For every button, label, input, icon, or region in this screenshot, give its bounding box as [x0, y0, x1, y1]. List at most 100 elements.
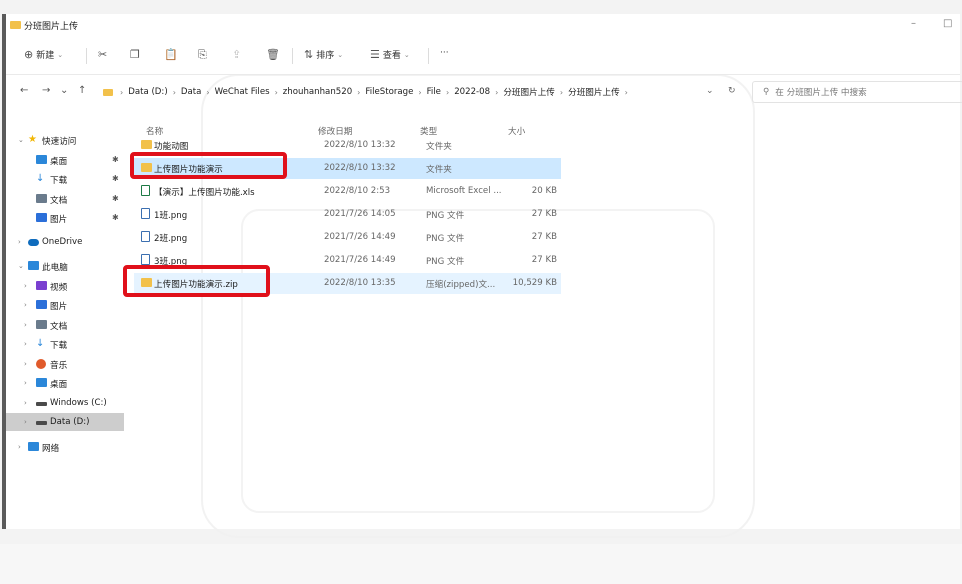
sidebar-item-label: 桌面: [50, 380, 68, 390]
chevron-right-icon[interactable]: ›: [495, 88, 498, 97]
sidebar-item[interactable]: › 文档: [6, 316, 124, 334]
breadcrumb-item[interactable]: zhouhanhan520: [283, 87, 352, 97]
sidebar-item[interactable]: › 音乐: [6, 355, 124, 373]
paste-button[interactable]: 📋: [164, 48, 178, 61]
view-button[interactable]: ☰ 查看 ⌄: [370, 48, 410, 61]
chevron-right-icon[interactable]: ›: [24, 340, 27, 348]
sidebar-item[interactable]: 文档 ✱: [6, 190, 124, 208]
chevron-right-icon[interactable]: ›: [24, 321, 27, 329]
recent-locations-button[interactable]: ⌄: [60, 85, 68, 96]
breadcrumb-item[interactable]: 2022-08: [454, 87, 490, 97]
chevron-right-icon[interactable]: ›: [418, 88, 421, 97]
breadcrumb[interactable]: › Data (D:) › Data › WeChat Files › zhouhanhan5…: [103, 81, 723, 103]
sidebar-item[interactable]: › ↓ 下载: [6, 335, 124, 353]
more-options-button[interactable]: ···: [440, 48, 449, 58]
pin-icon[interactable]: ✱: [112, 213, 119, 222]
sidebar-item[interactable]: ↓ 下载 ✱: [6, 170, 124, 188]
chevron-right-icon[interactable]: ›: [206, 88, 209, 97]
sort-icon: ⇅: [304, 48, 314, 61]
refresh-button[interactable]: ↻: [728, 86, 736, 96]
chevron-right-icon[interactable]: ›: [120, 88, 123, 97]
scissors-icon: ✂: [98, 48, 108, 61]
chevron-right-icon[interactable]: ›: [24, 399, 27, 407]
forward-button[interactable]: →: [42, 85, 50, 96]
divider: [86, 48, 87, 64]
chevron-right-icon[interactable]: ›: [446, 88, 449, 97]
address-bar-row: ← → ⌄ ↑ › Data (D:) › Data › WeChat Files › zho…: [6, 76, 962, 108]
more-icon: ···: [440, 48, 449, 58]
breadcrumb-item[interactable]: 分班图片上传: [503, 86, 555, 98]
sidebar-item[interactable]: › 网络: [6, 438, 124, 456]
rename-icon: ⎘: [198, 48, 207, 61]
chevron-right-icon[interactable]: ›: [24, 301, 27, 309]
pin-icon[interactable]: ✱: [112, 155, 119, 164]
sidebar-item[interactable]: ⌄ ★ 快速访问: [6, 131, 124, 149]
drive-icon: [36, 402, 47, 406]
chevron-right-icon[interactable]: ›: [357, 88, 360, 97]
copy-button[interactable]: ❐: [130, 48, 140, 61]
video-icon: [36, 281, 47, 290]
file-size: 20 KB: [531, 186, 557, 196]
image-file-icon: [141, 231, 150, 242]
search-icon: ⚲: [763, 87, 770, 97]
pin-icon[interactable]: ✱: [112, 174, 119, 183]
trash-icon: 🗑: [266, 48, 280, 61]
chevron-down-icon[interactable]: ⌄: [18, 136, 24, 144]
up-button[interactable]: ↑: [78, 85, 86, 96]
highlight-annotation: [130, 152, 287, 179]
chevron-right-icon[interactable]: ›: [24, 418, 27, 426]
rename-button[interactable]: ⎘: [198, 48, 207, 62]
chevron-right-icon[interactable]: ›: [24, 282, 27, 290]
sidebar-item[interactable]: › OneDrive: [6, 233, 124, 251]
share-button[interactable]: ⇪: [232, 48, 241, 61]
chevron-right-icon[interactable]: ›: [173, 88, 176, 97]
file-row[interactable]: 2班.png 2021/7/26 14:49 PNG 文件 27 KB: [134, 227, 561, 248]
download-icon: ↓: [36, 173, 45, 184]
sidebar-item[interactable]: 图片 ✱: [6, 209, 124, 227]
sidebar-item[interactable]: › 视频: [6, 277, 124, 295]
divider: [428, 48, 429, 64]
back-button[interactable]: ←: [20, 85, 28, 96]
cut-button[interactable]: ✂: [98, 48, 107, 61]
breadcrumb-item[interactable]: File: [427, 87, 441, 97]
pin-icon[interactable]: ✱: [112, 194, 119, 203]
sidebar-item[interactable]: › 图片: [6, 296, 124, 314]
chevron-right-icon[interactable]: ›: [24, 360, 27, 368]
sidebar-item-label: 下载: [50, 341, 68, 351]
sidebar-item-label: 网络: [42, 444, 60, 454]
chevron-right-icon[interactable]: ›: [18, 443, 21, 451]
sidebar-item[interactable]: › Windows (C:): [6, 394, 124, 412]
chevron-down-icon[interactable]: ⌄: [18, 262, 24, 270]
address-dropdown-button[interactable]: ⌄: [706, 86, 714, 96]
chevron-right-icon[interactable]: ›: [24, 379, 27, 387]
search-input[interactable]: 在 分班图片上传 中搜索: [775, 86, 866, 98]
minimize-button[interactable]: –: [911, 18, 916, 29]
sidebar-item[interactable]: › Data (D:): [6, 413, 124, 431]
sidebar-item[interactable]: › 桌面: [6, 374, 124, 392]
page-footer: [0, 544, 962, 584]
new-button[interactable]: ⊕ 新建 ⌄: [24, 48, 63, 61]
desktop-icon: [36, 155, 47, 164]
file-name: 功能动图: [154, 142, 189, 152]
maximize-button[interactable]: □: [943, 18, 952, 29]
sidebar-item[interactable]: ⌄ 此电脑: [6, 257, 124, 275]
chevron-right-icon[interactable]: ›: [275, 88, 278, 97]
file-size: 27 KB: [531, 209, 557, 219]
document-icon: [36, 320, 47, 329]
file-row[interactable]: 【演示】上传图片功能.xls 2022/8/10 2:53 Microsoft Ex…: [134, 181, 561, 202]
file-type: PNG 文件: [426, 234, 465, 244]
file-row[interactable]: 1班.png 2021/7/26 14:05 PNG 文件 27 KB: [134, 204, 561, 225]
chevron-right-icon[interactable]: ›: [18, 238, 21, 246]
search-box[interactable]: ⚲ 在 分班图片上传 中搜索: [752, 81, 962, 103]
breadcrumb-item[interactable]: Data: [181, 87, 202, 97]
breadcrumb-item[interactable]: FileStorage: [365, 87, 413, 97]
window-title: 分班图片上传: [24, 22, 79, 32]
breadcrumb-item[interactable]: WeChat Files: [215, 87, 270, 97]
breadcrumb-item[interactable]: 分班图片上传: [568, 86, 620, 98]
chevron-right-icon[interactable]: ›: [625, 88, 628, 97]
delete-button[interactable]: 🗑: [266, 48, 280, 61]
breadcrumb-item[interactable]: Data (D:): [128, 87, 167, 97]
sidebar-item[interactable]: 桌面 ✱: [6, 151, 124, 169]
chevron-right-icon[interactable]: ›: [560, 88, 563, 97]
sort-button[interactable]: ⇅ 排序 ⌄: [304, 48, 343, 61]
